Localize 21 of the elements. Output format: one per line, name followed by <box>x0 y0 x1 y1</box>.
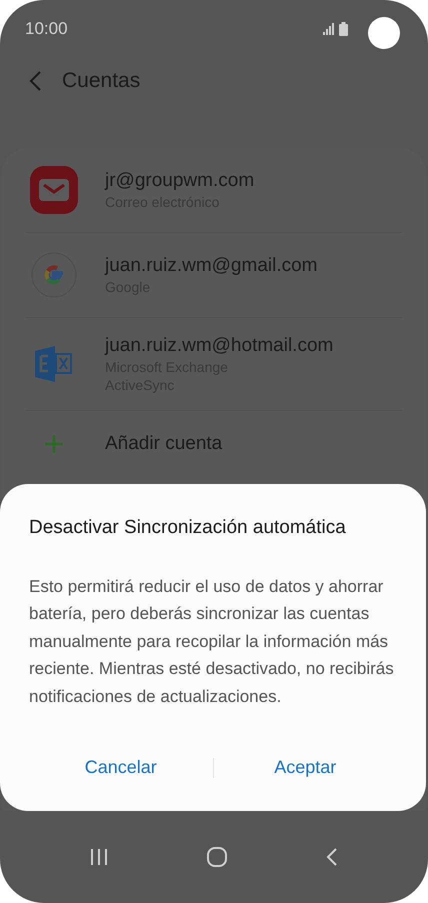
back-icon[interactable] <box>326 848 338 866</box>
camera-hole <box>368 17 400 49</box>
account-email: juan.ruiz.wm@gmail.com <box>105 254 318 278</box>
plus-icon <box>45 435 63 453</box>
battery-icon <box>339 22 348 36</box>
add-account-item[interactable]: Añadir cuenta <box>26 411 402 477</box>
page-title: Cuentas <box>62 68 140 94</box>
status-time: 10:00 <box>25 18 68 40</box>
account-email: jr@groupwm.com <box>105 169 254 193</box>
dialog-title: Desactivar Sincronización automática <box>29 516 347 540</box>
recent-apps-icon[interactable] <box>90 848 108 866</box>
dialog-message: Esto permitirá reducir el uso de datos y ahorrar batería, pero deberás sincronizar las cuentas manualmente para recopilar la información más reciente. Mientras esté desactivado, no recibirás notificaciones de actualizaciones. <box>29 576 395 708</box>
dialog-button[interactable]: Cancelar <box>29 750 212 785</box>
dialog-button[interactable]: Aceptar <box>214 750 397 785</box>
google-g-icon <box>31 252 77 298</box>
home-icon[interactable] <box>206 847 227 867</box>
envelope-icon <box>30 166 78 214</box>
signal-icon <box>323 23 335 35</box>
account-email: juan.ruiz.wm@hotmail.com <box>105 334 334 358</box>
exchange-icon <box>35 346 73 382</box>
add-account-label: Añadir cuenta <box>105 432 222 456</box>
